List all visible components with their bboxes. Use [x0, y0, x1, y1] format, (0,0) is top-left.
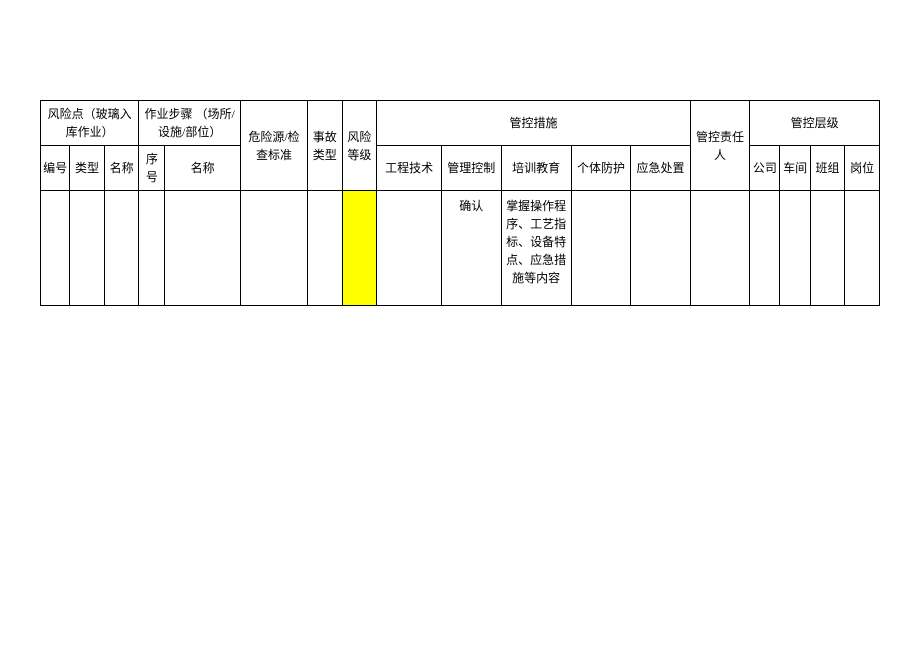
header-workshop: 车间 [780, 146, 810, 191]
header-name: 名称 [104, 146, 139, 191]
cell-type [70, 191, 105, 306]
header-step-name: 名称 [165, 146, 241, 191]
header-control-measures: 管控措施 [377, 101, 691, 146]
header-company: 公司 [750, 146, 780, 191]
cell-ppe [571, 191, 630, 306]
header-risk-level: 风险等级 [342, 101, 377, 191]
cell-team [810, 191, 845, 306]
header-mgmt-control: 管理控制 [442, 146, 501, 191]
cell-eng-tech [377, 191, 442, 306]
header-hazard-source: 危险源/检查标准 [241, 101, 308, 191]
cell-name [104, 191, 139, 306]
cell-risk-level [342, 191, 377, 306]
cell-training: 掌握操作程序、工艺指标、设备特点、应急措施等内容 [501, 191, 571, 306]
header-step-no: 序号 [139, 146, 165, 191]
cell-post [845, 191, 880, 306]
cell-seq-no [41, 191, 70, 306]
header-control-level: 管控层级 [750, 101, 880, 146]
cell-hazard-source [241, 191, 308, 306]
header-responsible-person: 管控责任人 [690, 101, 749, 191]
header-post: 岗位 [845, 146, 880, 191]
header-type: 类型 [70, 146, 105, 191]
header-row-1: 风险点（玻璃入库作业） 作业步骤 （场所/设施/部位） 危险源/检查标准 事故类… [41, 101, 880, 146]
cell-company [750, 191, 780, 306]
cell-step-name [165, 191, 241, 306]
cell-accident-type [308, 191, 343, 306]
cell-mgmt-control: 确认 [442, 191, 501, 306]
header-accident-type: 事故类型 [308, 101, 343, 191]
cell-responsible-person [690, 191, 749, 306]
header-eng-tech: 工程技术 [377, 146, 442, 191]
header-ppe: 个体防护 [571, 146, 630, 191]
header-risk-point: 风险点（玻璃入库作业） [41, 101, 139, 146]
header-row-2: 编号 类型 名称 序号 名称 工程技术 管理控制 培训教育 个体防护 应急处置 … [41, 146, 880, 191]
cell-step-no [139, 191, 165, 306]
header-seq-no: 编号 [41, 146, 70, 191]
cell-emergency [631, 191, 691, 306]
header-training: 培训教育 [501, 146, 571, 191]
cell-workshop [780, 191, 810, 306]
header-emergency: 应急处置 [631, 146, 691, 191]
table-row: 确认 掌握操作程序、工艺指标、设备特点、应急措施等内容 [41, 191, 880, 306]
header-work-steps: 作业步骤 （场所/设施/部位） [139, 101, 241, 146]
risk-assessment-table: 风险点（玻璃入库作业） 作业步骤 （场所/设施/部位） 危险源/检查标准 事故类… [40, 100, 880, 306]
header-team: 班组 [810, 146, 845, 191]
